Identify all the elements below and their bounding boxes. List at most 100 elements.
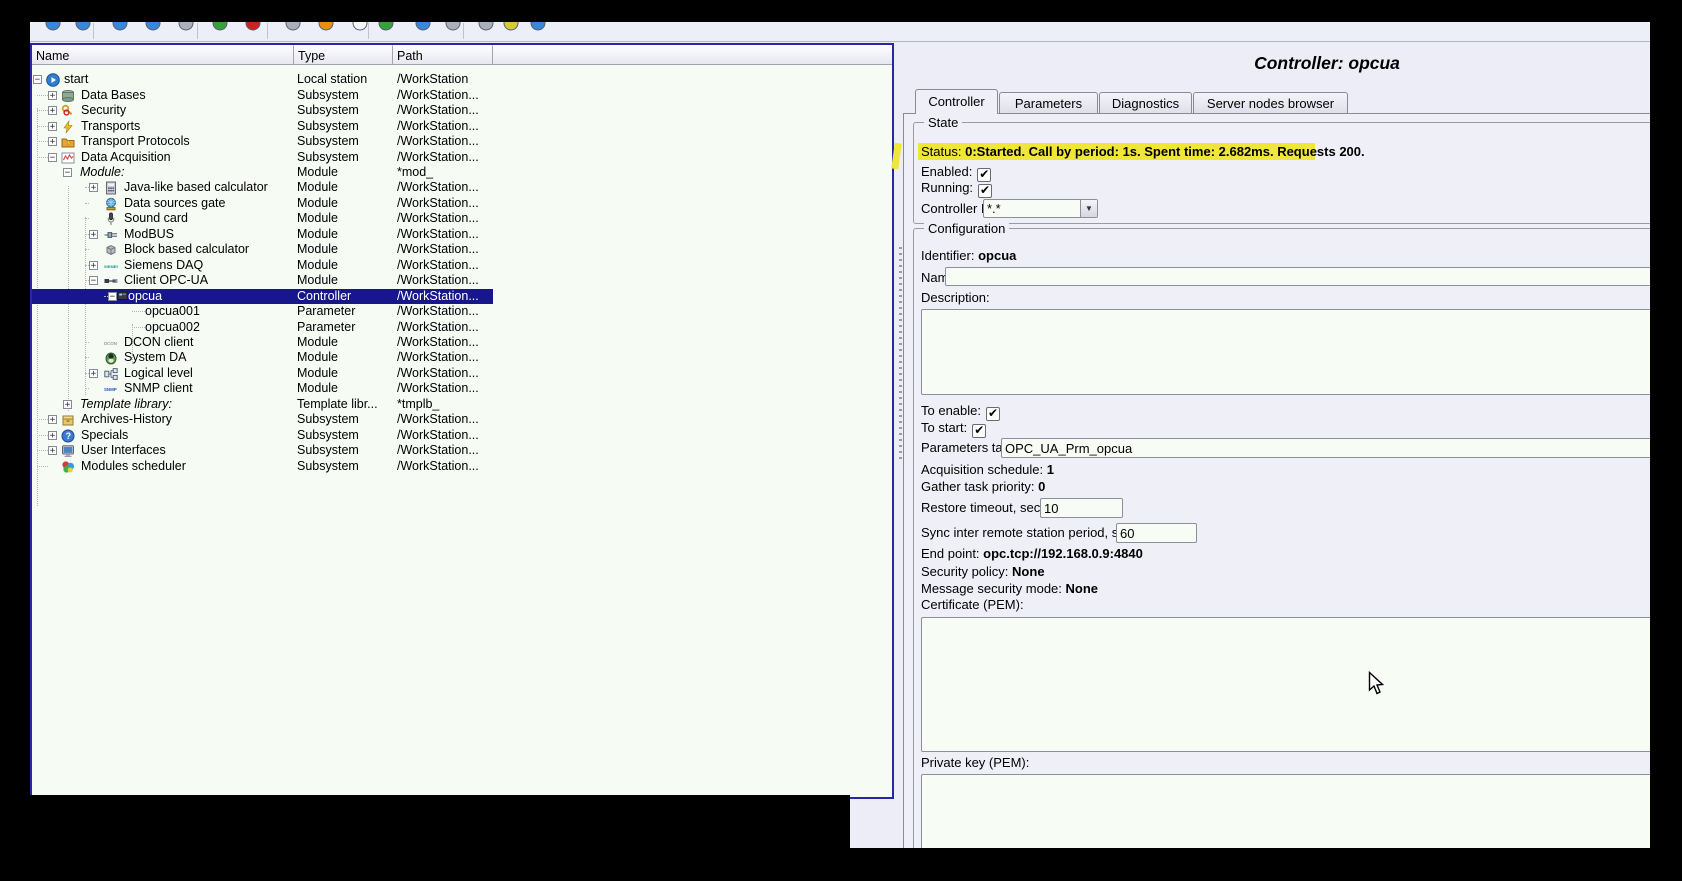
tree-cell-name: Sound card <box>124 211 293 226</box>
parameters-table-input[interactable] <box>1001 438 1650 458</box>
tree-column-header-name[interactable]: Name <box>32 45 294 65</box>
gather-line: Gather task priority: 0 <box>921 478 1045 495</box>
tree-row-sound-card[interactable]: Sound cardModule/WorkStation... <box>32 211 892 226</box>
certificate-textarea[interactable] <box>921 617 1650 752</box>
expand-icon[interactable]: + <box>89 230 98 239</box>
expand-icon[interactable]: + <box>48 431 57 440</box>
page-title: Controller: opcua <box>1254 53 1400 74</box>
toolbar-icon-10[interactable] <box>352 22 368 31</box>
tree-row-user-interfaces[interactable]: +User InterfacesSubsystem/WorkStation... <box>32 443 892 458</box>
tree-column-header-type[interactable]: Type <box>294 45 393 65</box>
collapse-icon[interactable]: − <box>89 276 98 285</box>
tree-row-transports[interactable]: +TransportsSubsystem/WorkStation... <box>32 119 892 134</box>
tab-diagnostics[interactable]: Diagnostics <box>1099 92 1192 114</box>
identifier-value: opcua <box>978 248 1016 263</box>
tree-cell-path: /WorkStation... <box>397 211 493 226</box>
tree-row-data-bases[interactable]: +Data BasesSubsystem/WorkStation... <box>32 88 892 103</box>
tree-row-security[interactable]: +SecuritySubsystem/WorkStation... <box>32 103 892 118</box>
tree-row-opcua002[interactable]: opcua002Parameter/WorkStation... <box>32 320 892 335</box>
tree-row-data-acquisition[interactable]: −Data AcquisitionSubsystem/WorkStation..… <box>32 150 892 165</box>
systemda-icon <box>104 351 118 365</box>
private-key-textarea[interactable] <box>921 774 1650 848</box>
toolbar-separator <box>197 23 198 39</box>
toolbar-icon-8[interactable] <box>285 22 301 31</box>
running-checkbox[interactable]: ✔ <box>978 184 992 198</box>
tree-row-java-like-based-calculator[interactable]: +Java-like based calculatorModule/WorkSt… <box>32 180 892 195</box>
tree-guide-stub <box>132 311 145 312</box>
collapse-icon[interactable]: − <box>108 292 117 301</box>
tree-row-logical-level[interactable]: +Logical levelModule/WorkStation... <box>32 366 892 381</box>
tree-cell-path: /WorkStation... <box>397 242 493 257</box>
main-toolbar <box>30 22 1650 42</box>
tree-row-specials[interactable]: +?SpecialsSubsystem/WorkStation... <box>32 428 892 443</box>
description-textarea[interactable] <box>921 309 1650 395</box>
to-start-checkbox[interactable]: ✔ <box>972 424 986 438</box>
toolbar-icon-3[interactable] <box>112 22 128 31</box>
expand-icon[interactable]: + <box>48 91 57 100</box>
restore-timeout-input[interactable] <box>1040 498 1123 518</box>
toolbar-icon-11[interactable] <box>378 22 394 31</box>
expand-icon[interactable]: + <box>89 183 98 192</box>
tree-row-siemens-daq[interactable]: +SIEMENSSiemens DAQModule/WorkStation... <box>32 258 892 273</box>
expand-icon[interactable]: + <box>89 261 98 270</box>
toolbar-icon-16[interactable] <box>530 22 546 31</box>
tab-server-nodes-browser[interactable]: Server nodes browser <box>1193 92 1348 114</box>
toolbar-icon-5[interactable] <box>178 22 194 31</box>
tree-row-block-based-calculator[interactable]: Block based calculatorModule/WorkStation… <box>32 242 892 257</box>
tree-row-data-sources-gate[interactable]: Data sources gateModule/WorkStation... <box>32 196 892 211</box>
letterbox-right <box>1650 0 1682 881</box>
security-icon <box>61 104 75 118</box>
project-tree-panel[interactable]: Name Type Path −startLocal station/WorkS… <box>30 43 894 799</box>
toolbar-icon-6[interactable] <box>212 22 228 31</box>
message-mode-line: Message security mode: None <box>921 580 1098 597</box>
tree-row-modbus[interactable]: +ModBUSModule/WorkStation... <box>32 227 892 242</box>
chevron-down-icon[interactable]: ▼ <box>1080 200 1097 217</box>
tree-row-module[interactable]: −Module:Module*mod_ <box>32 165 892 180</box>
tree-row-template-library[interactable]: +Template library:Template libr...*tmplb… <box>32 397 892 412</box>
toolbar-icon-14[interactable] <box>478 22 494 31</box>
tree-row-modules-scheduler[interactable]: Modules schedulerSubsystem/WorkStation..… <box>32 459 892 474</box>
toolbar-icon-12[interactable] <box>415 22 431 31</box>
tab-parameters[interactable]: Parameters <box>999 92 1098 114</box>
tree-column-header-path[interactable]: Path <box>393 45 493 65</box>
collapse-icon[interactable]: − <box>63 168 72 177</box>
sync-period-input[interactable] <box>1116 523 1197 543</box>
running-label: Running: <box>921 180 973 195</box>
security-policy-label: Security policy: <box>921 564 1008 579</box>
tree-row-client-opc-ua[interactable]: −Client OPC-UAModule/WorkStation... <box>32 273 892 288</box>
expand-icon[interactable]: + <box>48 446 57 455</box>
transports-icon <box>61 120 75 134</box>
expand-icon[interactable]: + <box>48 415 57 424</box>
expand-icon[interactable]: + <box>48 137 57 146</box>
toolbar-icon-13[interactable] <box>445 22 461 31</box>
tree-row-snmp-client[interactable]: SNMPSNMP clientModule/WorkStation... <box>32 381 892 396</box>
expand-icon[interactable]: + <box>48 122 57 131</box>
toolbar-icon-15[interactable] <box>503 22 519 31</box>
tree-row-opcua001[interactable]: opcua001Parameter/WorkStation... <box>32 304 892 319</box>
expand-icon[interactable]: + <box>63 400 72 409</box>
svg-text:SIEMENS: SIEMENS <box>104 264 118 269</box>
toolbar-icon-9[interactable] <box>318 22 334 31</box>
toolbar-icon-4[interactable] <box>145 22 161 31</box>
tree-row-dcon-client[interactable]: DCONDCON clientModule/WorkStation... <box>32 335 892 350</box>
name-input[interactable] <box>945 267 1650 286</box>
controller-db-combobox[interactable]: *.* ▼ <box>983 199 1098 218</box>
tree-row-archives-history[interactable]: +Archives-HistorySubsystem/WorkStation..… <box>32 412 892 427</box>
tree-guide-stub <box>37 435 48 436</box>
tree-row-transport-protocols[interactable]: +Transport ProtocolsSubsystem/WorkStatio… <box>32 134 892 149</box>
tree-row-start[interactable]: −startLocal station/WorkStation <box>32 72 892 87</box>
toolbar-icon-1[interactable] <box>45 22 61 31</box>
toolbar-icon-7[interactable] <box>245 22 261 31</box>
to-enable-checkbox[interactable]: ✔ <box>986 407 1000 421</box>
toolbar-icon-2[interactable] <box>75 22 91 31</box>
collapse-icon[interactable]: − <box>48 153 57 162</box>
expand-icon[interactable]: + <box>48 106 57 115</box>
soundcard-icon <box>104 212 118 226</box>
expand-icon[interactable]: + <box>89 369 98 378</box>
collapse-icon[interactable]: − <box>33 75 42 84</box>
tab-controller[interactable]: Controller <box>915 89 998 114</box>
tree-body[interactable]: −startLocal station/WorkStation+Data Bas… <box>32 66 892 797</box>
tree-row-system-da[interactable]: System DAModule/WorkStation... <box>32 350 892 365</box>
tree-row-opcua[interactable]: −opcuaController/WorkStation... <box>32 289 892 304</box>
gather-label: Gather task priority: <box>921 479 1034 494</box>
